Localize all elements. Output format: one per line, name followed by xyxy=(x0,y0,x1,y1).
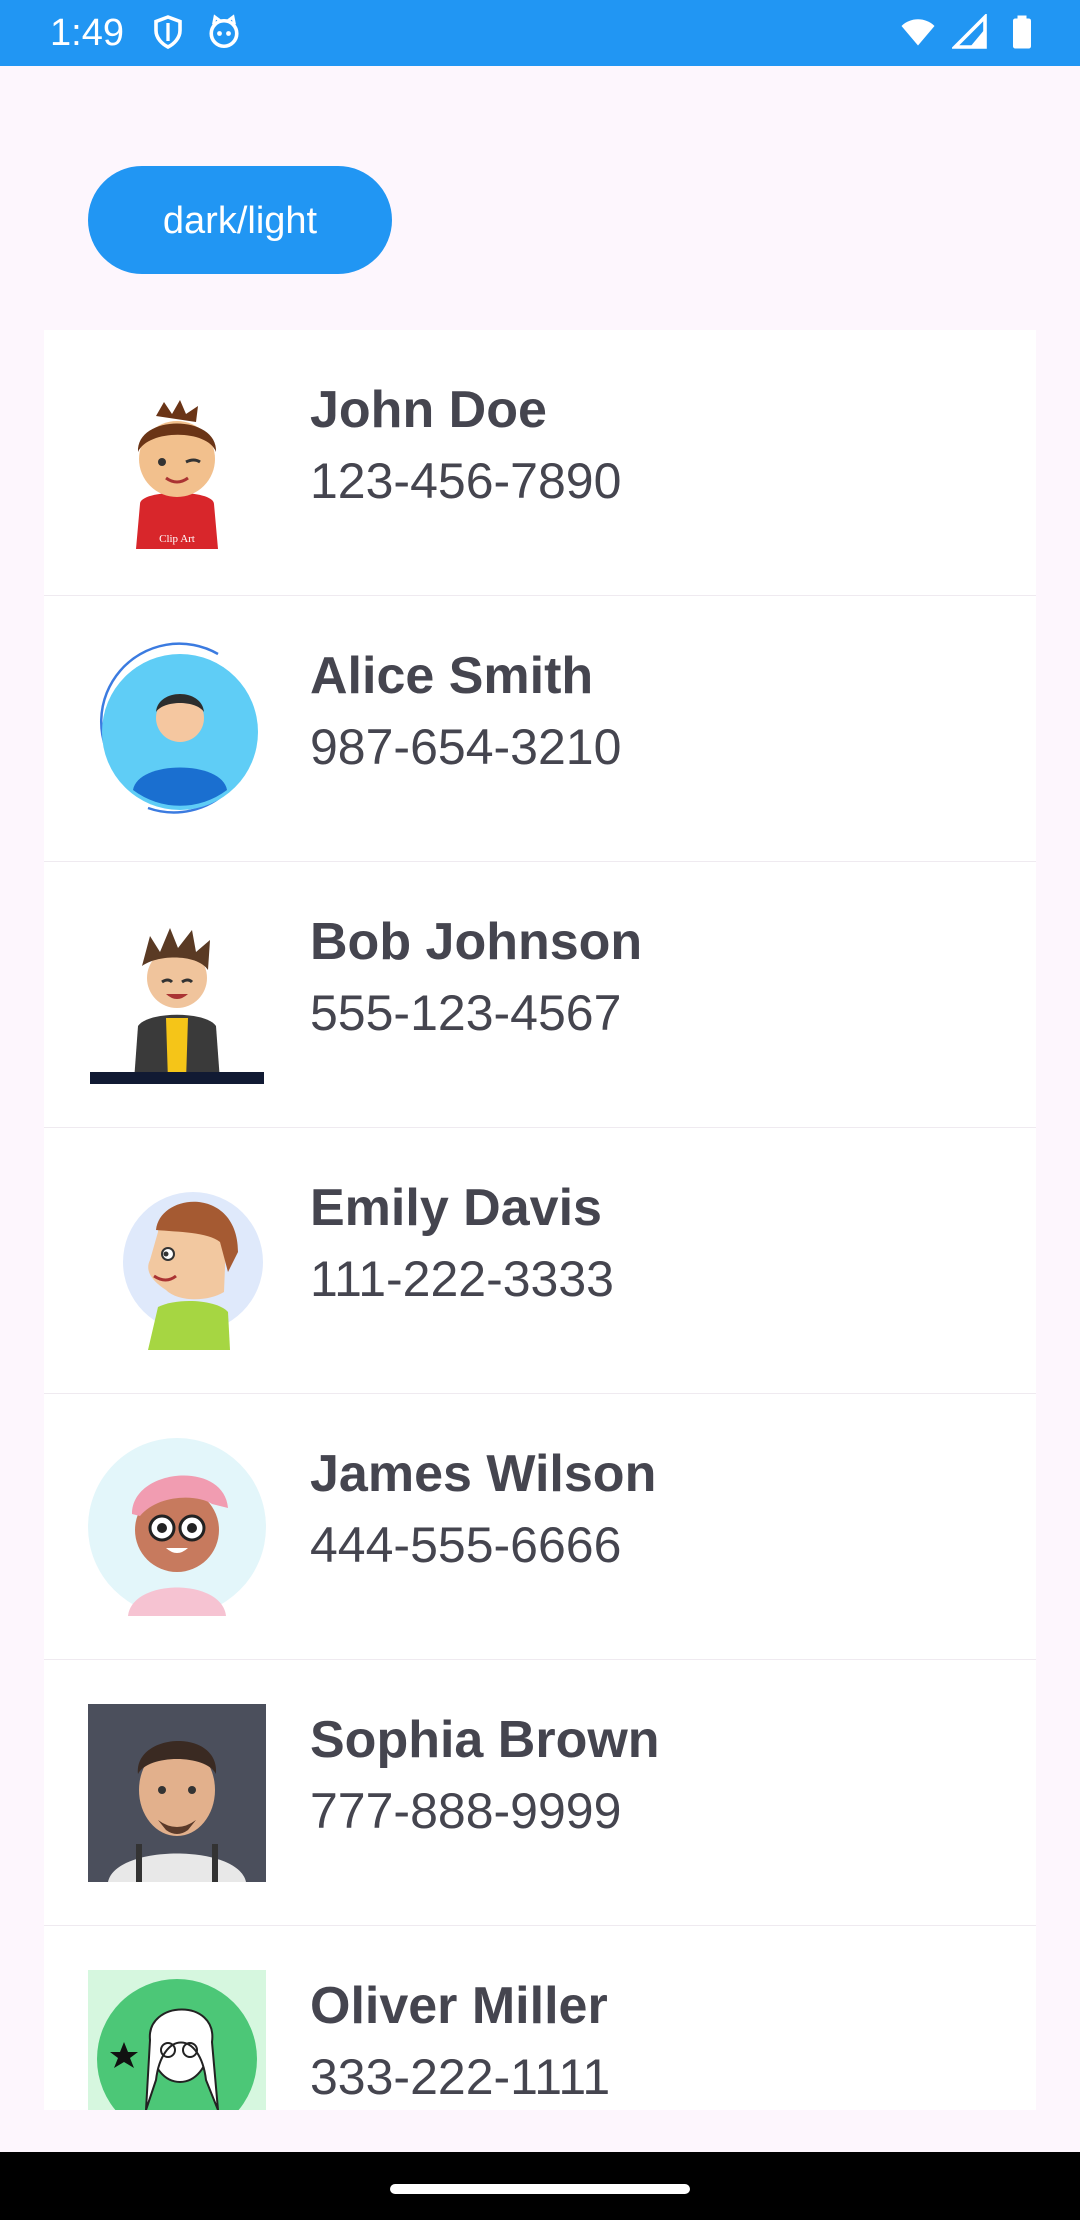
contact-phone: 444-555-6666 xyxy=(310,1517,622,1573)
contact-row[interactable]: James Wilson 444-555-6666 xyxy=(44,1394,1036,1660)
wifi-icon xyxy=(901,19,935,46)
avatar xyxy=(88,1970,266,2110)
contact-name: Sophia Brown xyxy=(310,1711,660,1769)
contact-row[interactable]: Emily Davis 111-222-3333 xyxy=(44,1128,1036,1394)
contact-row[interactable]: Alice Smith 987-654-3210 xyxy=(44,596,1036,862)
cartoon-pink-hat-avatar-icon xyxy=(88,1438,266,1616)
avatar xyxy=(88,1438,266,1616)
contact-row[interactable]: Sophia Brown 777-888-9999 xyxy=(44,1660,1036,1926)
contact-name: Emily Davis xyxy=(310,1179,602,1237)
contact-name: Bob Johnson xyxy=(310,913,643,971)
contact-name: Oliver Miller xyxy=(310,1977,608,2035)
cat-face-icon xyxy=(209,14,239,49)
contact-phone: 111-222-3333 xyxy=(310,1251,614,1307)
signal-icon xyxy=(952,14,987,49)
svg-text:Clip Art: Clip Art xyxy=(159,533,195,545)
contact-phone: 123-456-7890 xyxy=(310,453,622,509)
contact-phone: 777-888-9999 xyxy=(310,1783,622,1839)
contact-name: John Doe xyxy=(310,381,547,439)
cartoon-profile-avatar-icon xyxy=(88,1172,266,1350)
contact-phone: 333-222-1111 xyxy=(310,2049,611,2105)
shield-icon xyxy=(154,15,182,50)
home-indicator[interactable] xyxy=(390,2184,690,2194)
status-bar: 1:49 xyxy=(0,0,1080,66)
contact-phone: 555-123-4567 xyxy=(310,985,622,1041)
contact-phone: 987-654-3210 xyxy=(310,719,622,775)
contact-list[interactable]: Clip Art John Doe 123-456-7890 Alice Smi… xyxy=(44,330,1036,2110)
cartoon-boy-avatar-icon: Clip Art xyxy=(88,374,266,552)
3d-portrait-avatar-icon xyxy=(88,1704,266,1882)
battery-icon xyxy=(1013,15,1031,49)
avatar xyxy=(88,1172,266,1350)
dark-light-toggle-button[interactable]: dark/light xyxy=(88,166,392,274)
avatar xyxy=(88,906,266,1084)
avatar xyxy=(88,640,266,818)
cartoon-girl-avatar-icon xyxy=(88,1970,266,2110)
contact-row[interactable]: Bob Johnson 555-123-4567 xyxy=(44,862,1036,1128)
contact-name: Alice Smith xyxy=(310,647,594,705)
contact-row[interactable]: Oliver Miller 333-222-1111 xyxy=(44,1926,1036,2110)
cartoon-boy-jacket-avatar-icon xyxy=(88,906,266,1084)
avatar xyxy=(88,1704,266,1882)
status-time: 1:49 xyxy=(50,12,124,54)
avatar: Clip Art xyxy=(88,374,266,552)
contact-row[interactable]: Clip Art John Doe 123-456-7890 xyxy=(44,330,1036,596)
contact-name: James Wilson xyxy=(310,1445,657,1503)
man-avatar-icon xyxy=(100,642,258,814)
